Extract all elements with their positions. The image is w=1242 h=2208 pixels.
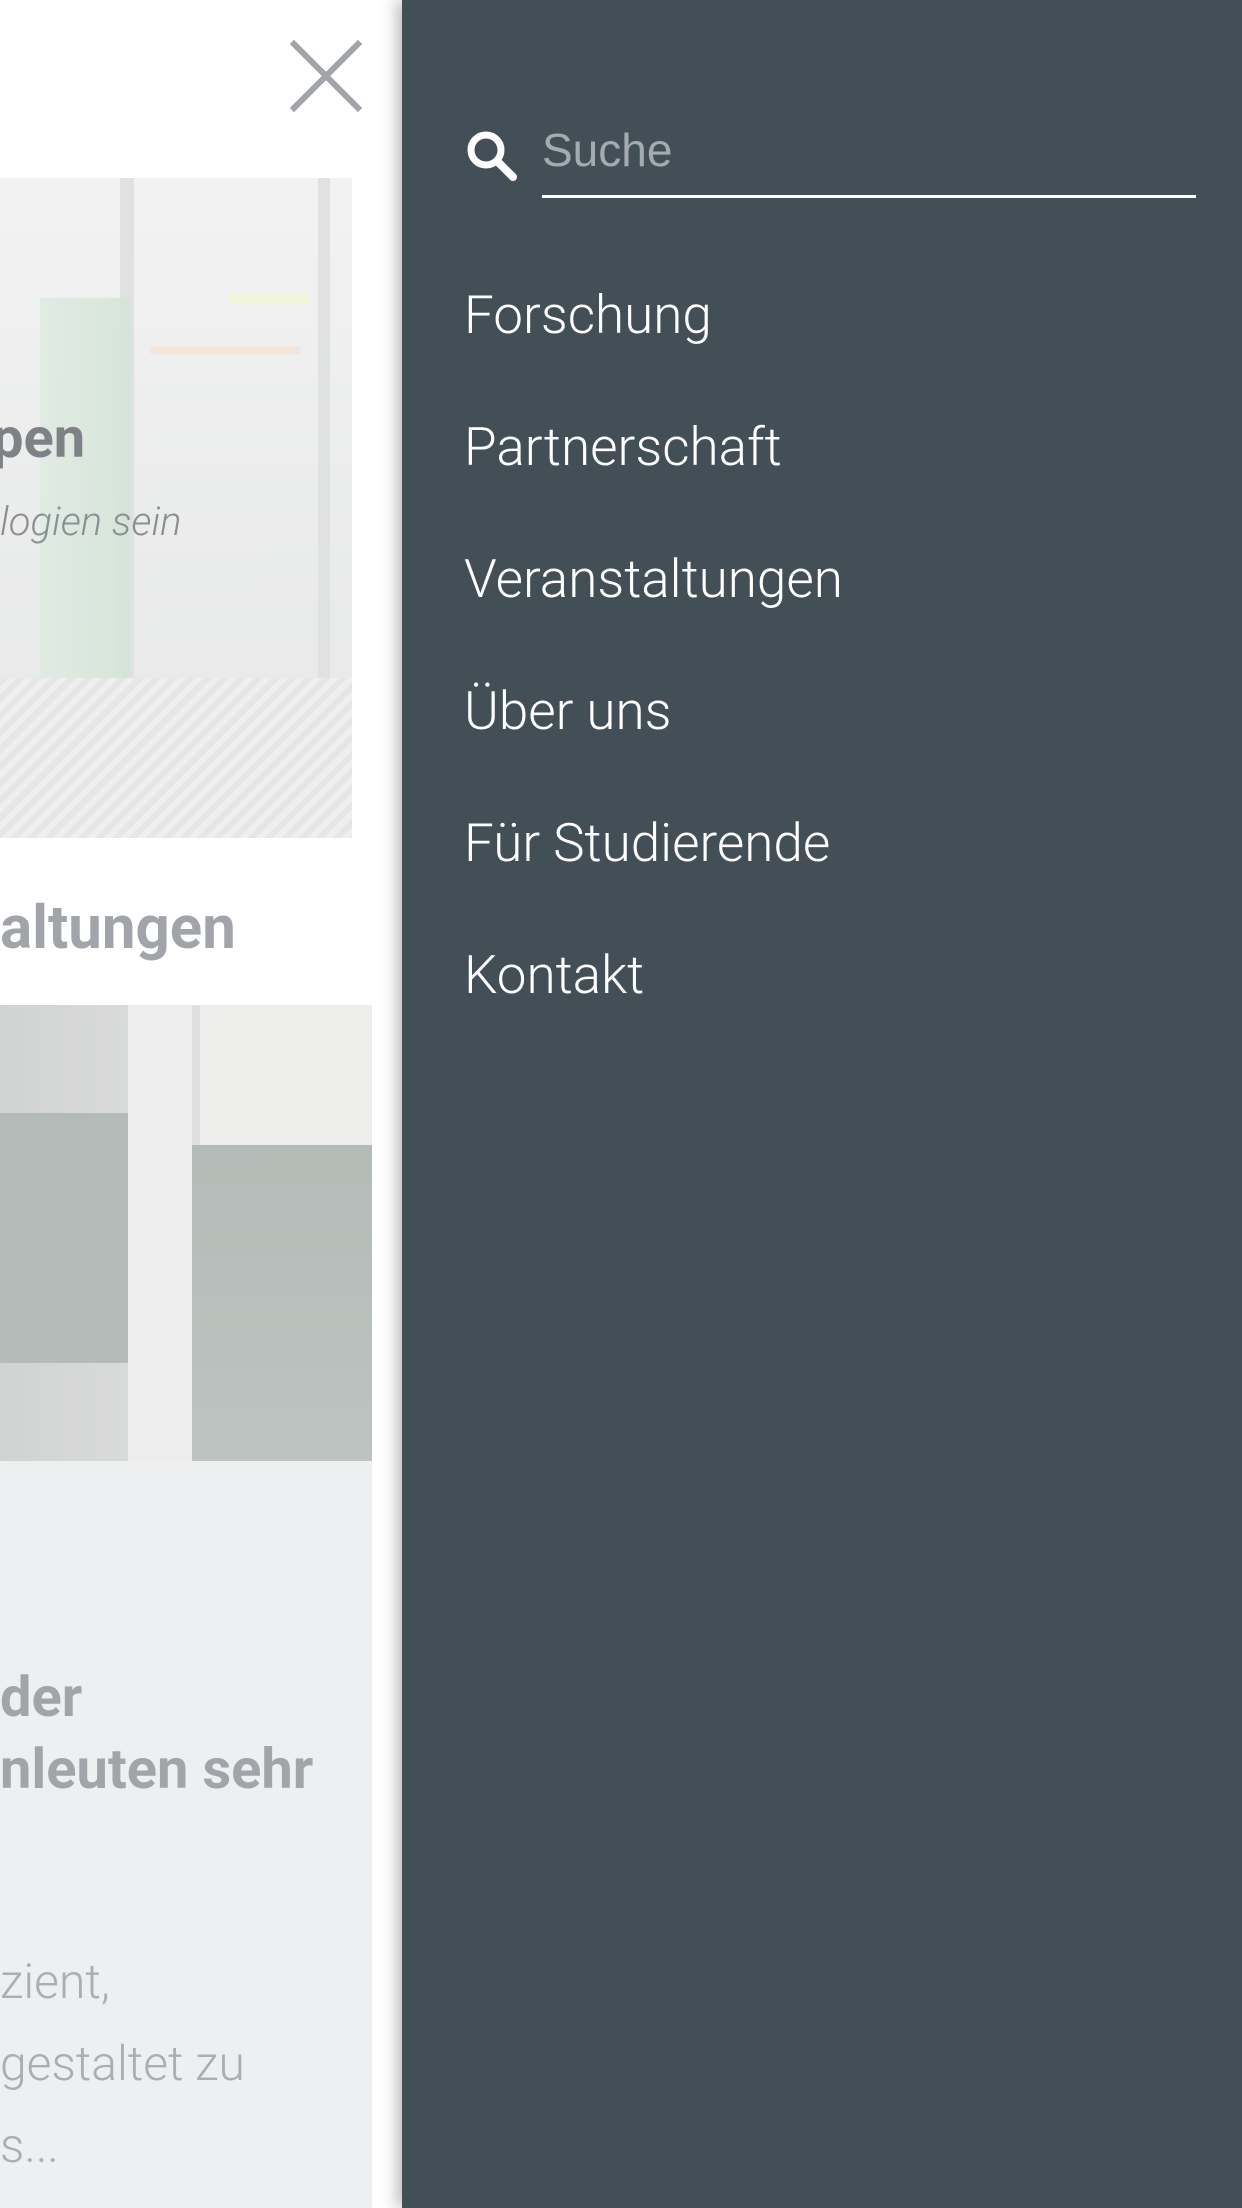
navigation-drawer: Forschung Partnerschaft Veranstaltungen … — [402, 0, 1242, 2208]
card-text: zient, gestaltet zu s... — [0, 1941, 245, 2187]
event-photo[interactable] — [0, 1005, 372, 1461]
hero-pipe-yellow — [230, 293, 310, 303]
menu-item-kontakt[interactable]: Kontakt — [464, 930, 843, 1062]
menu-item-forschung[interactable]: Forschung — [464, 270, 843, 402]
close-icon — [289, 39, 363, 113]
hero-title: pen — [0, 405, 86, 471]
close-menu-button[interactable] — [288, 38, 364, 114]
search-icon[interactable] — [464, 128, 518, 182]
chalkboard — [0, 1113, 128, 1363]
hero-cabinet — [40, 298, 130, 678]
wall-pillar — [128, 1005, 192, 1461]
menu-item-veranstaltungen[interactable]: Veranstaltungen — [464, 534, 843, 666]
chalkboard — [192, 1145, 372, 1461]
card-title-line: der — [0, 1664, 83, 1730]
background-page: pen logien sein altungen der nleuten seh… — [0, 0, 402, 2208]
hero-floor — [0, 678, 352, 838]
menu-item-fuer-studierende[interactable]: Für Studierende — [464, 798, 843, 930]
search-bar — [464, 118, 1196, 200]
teaser-card[interactable]: der nleuten sehr zient, gestaltet zu s..… — [0, 1461, 372, 2208]
card-text-line: s... — [0, 2117, 59, 2174]
card-title-line: nleuten sehr — [0, 1736, 314, 1802]
hero-subtitle: logien sein — [0, 498, 182, 545]
card-text-line: gestaltet zu — [0, 2035, 245, 2092]
wall — [200, 1005, 372, 1145]
main-menu: Forschung Partnerschaft Veranstaltungen … — [464, 270, 843, 1062]
menu-item-ueber-uns[interactable]: Über uns — [464, 666, 843, 798]
section-heading: altungen — [0, 892, 236, 963]
menu-item-partnerschaft[interactable]: Partnerschaft — [464, 402, 843, 534]
search-input[interactable] — [542, 118, 1196, 198]
card-text-line: zient, — [0, 1953, 111, 2010]
card-title: der nleuten sehr — [0, 1661, 324, 1805]
hero-pipe-orange — [150, 346, 300, 354]
